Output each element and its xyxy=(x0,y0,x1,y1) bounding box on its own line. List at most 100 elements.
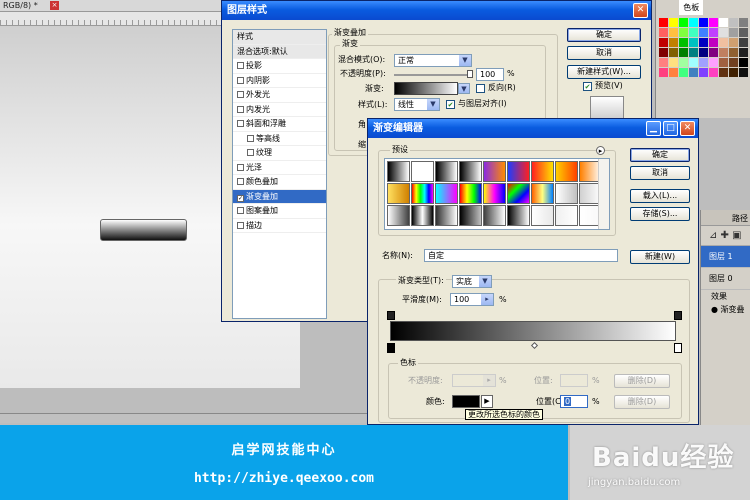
cancel-button[interactable]: 取消 xyxy=(567,46,641,60)
opacity-stop-left[interactable] xyxy=(387,311,395,320)
style-item[interactable]: 投影 xyxy=(233,59,326,74)
color-swatch[interactable] xyxy=(679,48,688,57)
delete-color-stop-button[interactable]: 删除(D) xyxy=(614,395,670,409)
blend-options-item[interactable]: 混合选项:默认 xyxy=(233,44,326,59)
style-item[interactable]: 图案叠加 xyxy=(233,204,326,219)
effect-item-gradient-overlay[interactable]: ● 渐变叠 xyxy=(701,303,750,316)
color-location-input[interactable]: 0 xyxy=(560,395,588,408)
style-item[interactable]: 光泽 xyxy=(233,161,326,175)
maximize-icon[interactable]: □ xyxy=(663,121,678,136)
color-swatch[interactable] xyxy=(659,38,668,47)
style-checkbox[interactable] xyxy=(237,76,244,84)
preview-checkbox[interactable]: ✔ xyxy=(583,82,592,91)
style-item[interactable]: ✓ 渐变叠加 xyxy=(233,189,326,204)
gradient-preset[interactable] xyxy=(507,183,530,204)
layer-style-titlebar[interactable]: 图层样式 ✕ xyxy=(222,1,651,20)
style-checkbox[interactable] xyxy=(237,91,244,98)
gradient-preview-bar[interactable] xyxy=(390,321,676,341)
color-swatch[interactable] xyxy=(679,68,688,77)
gradient-preset[interactable] xyxy=(531,205,554,226)
gradient-preset[interactable] xyxy=(555,205,578,226)
color-swatch[interactable] xyxy=(739,48,748,57)
save-button[interactable]: 存储(S)... xyxy=(630,207,690,221)
style-checkbox[interactable] xyxy=(237,120,244,127)
color-swatch[interactable] xyxy=(669,48,678,57)
gradient-editor-titlebar[interactable]: 渐变编辑器 ▁ □ ✕ xyxy=(368,119,698,138)
gradient-preset[interactable] xyxy=(459,205,482,226)
gradient-preset[interactable] xyxy=(435,205,458,226)
color-swatch[interactable] xyxy=(699,68,708,77)
style-checkbox[interactable] xyxy=(237,221,244,229)
color-swatch[interactable] xyxy=(699,38,708,47)
gradient-preset[interactable] xyxy=(483,183,506,204)
gradient-picker[interactable] xyxy=(394,82,458,95)
color-swatch[interactable] xyxy=(719,28,728,37)
close-icon[interactable]: ✕ xyxy=(680,121,695,136)
panel-tab-swatches[interactable]: 色板 xyxy=(679,0,704,15)
color-swatch[interactable] xyxy=(719,18,728,27)
style-select[interactable]: 线性 ▼ xyxy=(394,98,440,111)
color-swatch[interactable] xyxy=(699,48,708,57)
color-swatch[interactable] xyxy=(709,48,718,57)
style-item[interactable]: 内发光 xyxy=(233,103,326,117)
gradient-preset[interactable] xyxy=(555,183,578,204)
color-swatch[interactable] xyxy=(709,68,718,77)
style-checkbox[interactable] xyxy=(247,134,254,142)
chevron-right-icon[interactable]: ▸ xyxy=(481,294,493,305)
color-swatch[interactable] xyxy=(669,58,678,67)
smoothness-input[interactable]: 100 ▸ xyxy=(450,293,494,306)
color-swatch[interactable] xyxy=(659,28,668,37)
style-checkbox[interactable] xyxy=(237,178,244,185)
color-swatch[interactable] xyxy=(689,68,698,77)
style-checkbox[interactable] xyxy=(247,149,254,156)
color-swatch[interactable] xyxy=(679,58,688,67)
color-swatch[interactable] xyxy=(729,18,738,27)
gradient-preset[interactable] xyxy=(531,161,554,182)
style-item[interactable]: 等高线 xyxy=(233,132,326,146)
color-swatch[interactable] xyxy=(729,38,738,47)
color-swatch[interactable] xyxy=(739,58,748,67)
color-swatch[interactable] xyxy=(739,18,748,27)
cancel-button[interactable]: 取消 xyxy=(630,166,690,180)
presets-scrollbar[interactable] xyxy=(598,159,609,229)
color-swatch[interactable] xyxy=(729,68,738,77)
style-checkbox[interactable] xyxy=(237,163,244,171)
color-swatch[interactable] xyxy=(719,68,728,77)
gradient-preset[interactable] xyxy=(411,205,434,226)
gradient-preset[interactable] xyxy=(411,161,434,182)
document-tab[interactable]: RGB/8) * × xyxy=(0,0,232,12)
color-swatch[interactable] xyxy=(709,38,718,47)
presets-menu-icon[interactable]: ▸ xyxy=(596,146,605,155)
close-icon[interactable]: ✕ xyxy=(633,3,648,18)
color-stop-right[interactable] xyxy=(674,343,682,353)
color-swatch[interactable] xyxy=(719,58,728,67)
load-button[interactable]: 载入(L)... xyxy=(630,189,690,203)
color-swatch[interactable] xyxy=(689,38,698,47)
style-checkbox[interactable] xyxy=(237,62,244,69)
style-item[interactable]: 描边 xyxy=(233,219,326,233)
style-item[interactable]: 颜色叠加 xyxy=(233,175,326,190)
layer-row-1[interactable]: 图层 1 xyxy=(701,246,750,268)
reverse-checkbox[interactable] xyxy=(476,84,485,93)
close-icon[interactable]: × xyxy=(50,1,59,10)
color-swatch[interactable] xyxy=(739,38,748,47)
color-swatch[interactable] xyxy=(719,48,728,57)
panel-tab-blank[interactable] xyxy=(656,0,679,15)
style-item[interactable]: 内阴影 xyxy=(233,74,326,88)
gradient-type-select[interactable]: 实底 ▼ xyxy=(452,275,492,288)
color-swatch[interactable] xyxy=(689,18,698,27)
slider-thumb[interactable] xyxy=(467,70,473,78)
color-swatch[interactable] xyxy=(689,48,698,57)
color-swatch[interactable] xyxy=(679,28,688,37)
layer-row-0[interactable]: 图层 0 xyxy=(701,268,750,290)
opacity-input[interactable]: 100 xyxy=(476,68,504,81)
style-item[interactable]: 外发光 xyxy=(233,88,326,103)
gradient-preset[interactable] xyxy=(483,161,506,182)
style-checkbox[interactable] xyxy=(237,105,244,113)
color-swatch[interactable] xyxy=(739,68,748,77)
delete-opacity-stop-button[interactable]: 删除(D) xyxy=(614,374,670,388)
color-swatch[interactable] xyxy=(689,58,698,67)
color-swatch[interactable] xyxy=(709,58,718,67)
gradient-preset[interactable] xyxy=(387,205,410,226)
gradient-preset[interactable] xyxy=(531,183,554,204)
